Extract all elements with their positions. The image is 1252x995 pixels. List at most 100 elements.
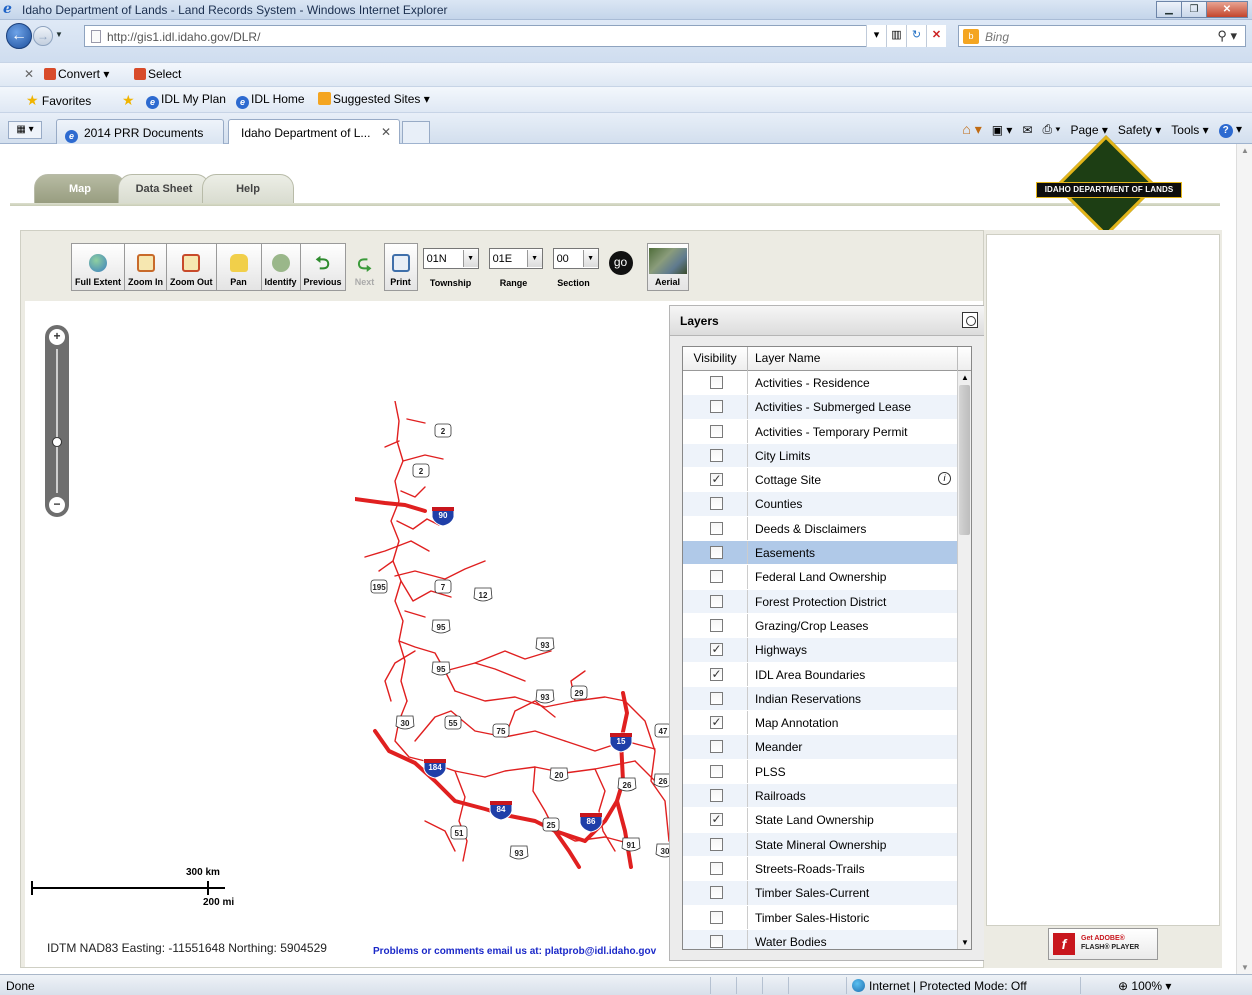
minimize-button[interactable]: ▁ [1156, 1, 1182, 18]
layer-row[interactable]: Deeds & Disclaimers [683, 516, 957, 542]
visibility-checkbox[interactable] [710, 521, 723, 535]
favorite-suggested-sites[interactable]: Suggested Sites ▾ [318, 92, 430, 106]
get-flash-player-badge[interactable]: f Get ADOBE® FLASH® PLAYER [1048, 928, 1158, 960]
url-field[interactable]: http://gis1.idl.idaho.gov/DLR/ [84, 25, 884, 47]
layer-row[interactable]: Easements [683, 541, 957, 566]
info-icon[interactable]: i [938, 472, 951, 486]
close-toolbar-icon[interactable]: ✕ [24, 67, 34, 81]
zoom-slider[interactable]: + − [45, 325, 69, 517]
township-select[interactable]: 01N ▼ [422, 248, 479, 269]
tab-help[interactable]: Help [202, 174, 294, 204]
select-button[interactable]: Select [134, 67, 181, 81]
problems-email-link[interactable]: Problems or comments email us at: platpr… [373, 946, 656, 957]
visibility-checkbox[interactable] [710, 594, 723, 608]
favorites-button[interactable]: ★ Favorites [26, 92, 91, 109]
stop-icon[interactable]: ✕ [926, 25, 946, 47]
history-dropdown-icon[interactable]: ▼ [55, 30, 63, 39]
visibility-checkbox[interactable] [710, 886, 723, 900]
tab-data-sheet[interactable]: Data Sheet [118, 174, 210, 204]
map-canvas[interactable]: + − 2 2 90 195 7 12 95 93 95 93 29 30 55 75 47 15 184 20 2… [25, 301, 985, 967]
layer-row[interactable]: Meander [683, 735, 957, 760]
scroll-up-icon[interactable]: ▲ [961, 373, 969, 382]
visibility-checkbox[interactable] [710, 934, 723, 948]
url-dropdown-icon[interactable]: ▾ [866, 25, 886, 47]
visibility-checkbox[interactable]: ✓ [710, 667, 723, 681]
layer-row[interactable]: ✓ Highways [683, 638, 957, 663]
visibility-column-header[interactable]: Visibility [683, 347, 748, 371]
visibility-checkbox[interactable] [710, 764, 723, 778]
visibility-checkbox[interactable] [710, 570, 723, 584]
help-menu[interactable]: ? ▾ [1218, 122, 1242, 138]
layer-row[interactable]: Federal Land Ownership [683, 565, 957, 590]
go-button[interactable]: go [608, 251, 633, 275]
layer-row[interactable]: State Mineral Ownership [683, 832, 957, 857]
visibility-checkbox[interactable] [710, 837, 723, 851]
layer-row[interactable]: Indian Reservations [683, 686, 957, 712]
aerial-button[interactable]: Aerial [646, 243, 689, 291]
layer-row[interactable]: Activities - Submerged Lease [683, 395, 957, 420]
visibility-checkbox[interactable] [710, 424, 723, 438]
layer-name-column-header[interactable]: Layer Name [755, 347, 820, 370]
tab-idaho-department[interactable]: Idaho Department of L... ✕ [228, 119, 400, 145]
visibility-checkbox[interactable]: ✓ [710, 716, 723, 730]
layer-row[interactable]: Streets-Roads-Trails [683, 856, 957, 882]
safety-menu[interactable]: Safety ▾ [1118, 123, 1161, 137]
new-tab-button[interactable] [402, 121, 430, 143]
layer-row[interactable]: Timber Sales-Historic [683, 905, 957, 930]
visibility-checkbox[interactable] [710, 376, 723, 389]
add-favorite-icon[interactable]: ★ [122, 92, 135, 109]
zoom-level[interactable]: ⊕ 100% ▾ [1118, 979, 1171, 993]
refresh-icon[interactable]: ↻ [906, 25, 926, 47]
page-menu[interactable]: Page ▾ [1070, 123, 1107, 137]
pan-button[interactable]: Pan [215, 243, 262, 291]
range-select[interactable]: 01E ▼ [488, 248, 543, 269]
layer-row[interactable]: ✓ State Land Ownership [683, 808, 957, 833]
visibility-checkbox[interactable] [710, 691, 723, 705]
mail-icon[interactable]: ✉ [1022, 123, 1032, 137]
tab-map[interactable]: Map [34, 174, 126, 204]
visibility-checkbox[interactable]: ✓ [710, 473, 723, 487]
visibility-checkbox[interactable] [710, 861, 723, 875]
previous-button[interactable]: ⮌ Previous [299, 243, 346, 291]
visibility-checkbox[interactable] [710, 448, 723, 462]
zoom-out-button[interactable]: Zoom Out [166, 243, 217, 291]
layer-row[interactable]: ✓ IDL Area Boundaries [683, 662, 957, 687]
next-button[interactable]: ⮎ Next [345, 243, 385, 291]
maximize-button[interactable]: ❐ [1181, 1, 1207, 18]
visibility-checkbox[interactable]: ✓ [710, 813, 723, 827]
security-zone[interactable]: Internet | Protected Mode: Off [852, 979, 1027, 993]
layer-row[interactable]: PLSS [683, 759, 957, 785]
visibility-checkbox[interactable] [710, 740, 723, 754]
section-select[interactable]: 00 ▼ [552, 248, 599, 269]
home-icon[interactable]: ⌂ ▾ [962, 121, 981, 138]
tools-menu[interactable]: Tools ▾ [1171, 123, 1208, 137]
visibility-checkbox[interactable] [710, 789, 723, 803]
layer-row[interactable]: Timber Sales-Current [683, 881, 957, 906]
zoom-thumb[interactable] [52, 437, 62, 447]
search-icon[interactable]: ⚲ ▾ [1217, 28, 1237, 44]
print-icon[interactable]: ⎙ ▾ [1043, 122, 1061, 137]
forward-button[interactable]: → [33, 26, 53, 46]
layer-row[interactable]: Water Bodies [683, 929, 957, 949]
layer-row[interactable]: Activities - Residence [683, 371, 957, 396]
search-input[interactable]: b Bing ⚲ ▾ [958, 25, 1246, 47]
layer-row[interactable]: Railroads [683, 784, 957, 809]
visibility-checkbox[interactable] [710, 618, 723, 632]
layer-row[interactable]: ✓ Cottage Site i [683, 468, 957, 493]
close-tab-icon[interactable]: ✕ [381, 125, 391, 139]
layer-row[interactable]: Forest Protection District [683, 589, 957, 614]
favorite-idl-my-plan[interactable]: e IDL My Plan [146, 92, 226, 109]
page-scrollbar[interactable]: ▲ ▼ [1236, 144, 1252, 974]
layer-row[interactable]: ✓ Map Annotation [683, 711, 957, 736]
back-button[interactable]: ← [6, 23, 32, 49]
compatibility-view-icon[interactable]: ▥ [886, 25, 906, 47]
convert-button[interactable]: Convert ▾ [44, 67, 109, 81]
layer-row[interactable]: Activities - Temporary Permit [683, 419, 957, 444]
tab-2014-prr-documents[interactable]: e 2014 PRR Documents [56, 119, 224, 145]
visibility-checkbox[interactable] [710, 497, 723, 511]
layer-row[interactable]: Grazing/Crop Leases [683, 613, 957, 639]
feeds-icon[interactable]: ▣ ▾ [992, 123, 1013, 137]
scroll-thumb[interactable] [959, 385, 970, 535]
zoom-plus-icon[interactable]: + [49, 329, 65, 345]
layer-row[interactable]: City Limits [683, 443, 957, 469]
